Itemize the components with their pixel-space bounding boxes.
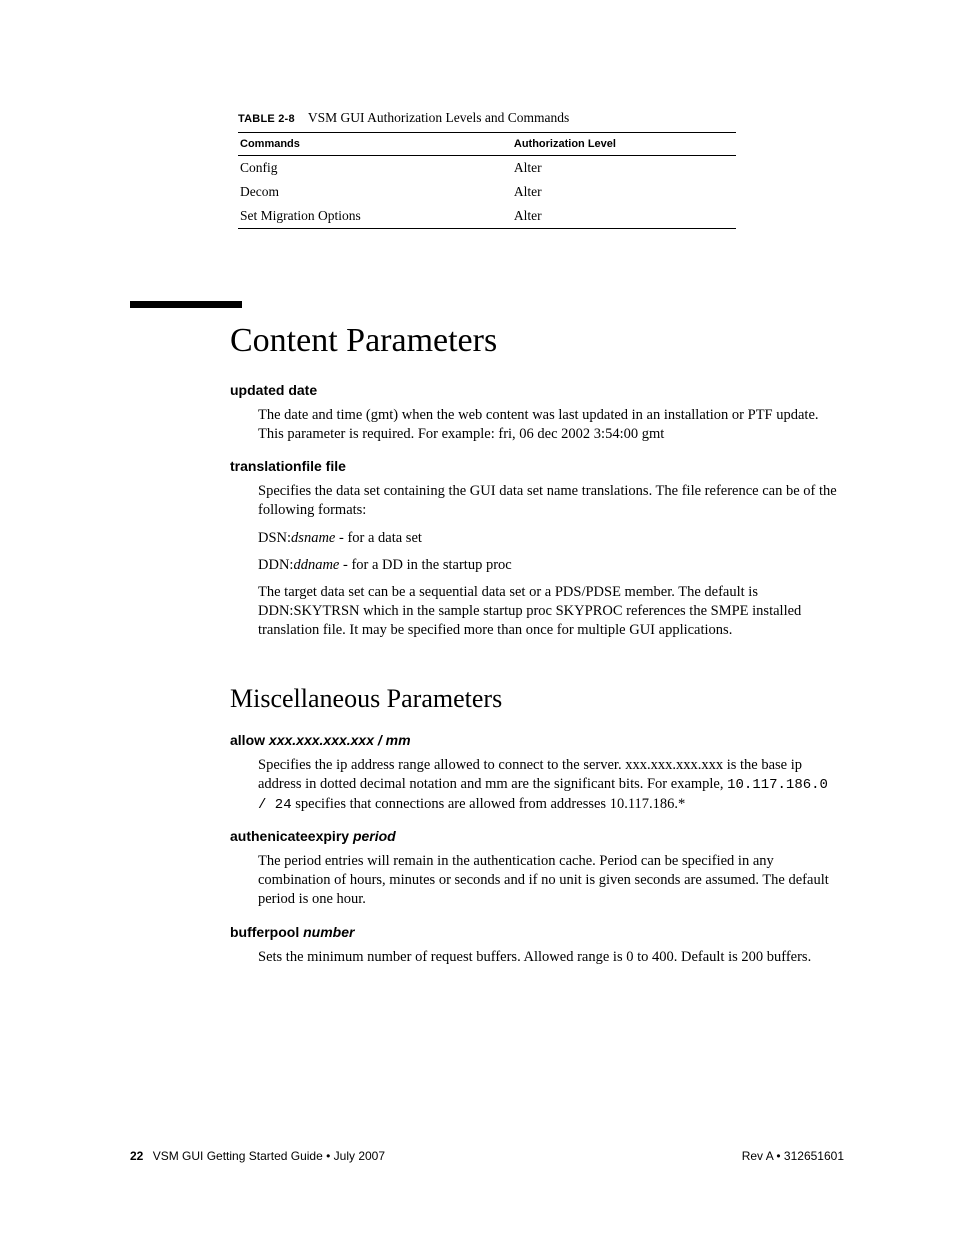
auth-table: Commands Authorization Level Config Alte… bbox=[238, 132, 736, 229]
term-prefix: allow bbox=[230, 732, 269, 748]
term-var: period bbox=[353, 828, 396, 844]
para: Specifies the ip address range allowed t… bbox=[258, 756, 844, 814]
para: Specifies the data set containing the GU… bbox=[258, 482, 844, 520]
heading-misc-parameters: Miscellaneous Parameters bbox=[230, 684, 844, 714]
footer-left-text: VSM GUI Getting Started Guide • July 200… bbox=[153, 1149, 385, 1163]
cell: Config bbox=[238, 156, 512, 181]
footer: 22 VSM GUI Getting Started Guide • July … bbox=[130, 1149, 844, 1163]
para: The period entries will remain in the au… bbox=[258, 852, 844, 909]
t: - for a data set bbox=[335, 530, 422, 546]
term-prefix: authenicateexpiry bbox=[230, 828, 353, 844]
para: The target data set can be a sequential … bbox=[258, 583, 844, 640]
table-row: Set Migration Options Alter bbox=[238, 204, 736, 229]
page: TABLE 2-8 VSM GUI Authorization Levels a… bbox=[0, 0, 954, 1235]
th-auth: Authorization Level bbox=[512, 133, 736, 156]
var: ddname bbox=[293, 557, 339, 573]
term-text: translationfile file bbox=[230, 458, 346, 474]
para: Sets the minimum number of request buffe… bbox=[258, 948, 844, 967]
term-updated-date: updated date bbox=[230, 382, 844, 398]
table-row: Decom Alter bbox=[238, 180, 736, 204]
cell: Alter bbox=[512, 156, 736, 181]
cell: Alter bbox=[512, 204, 736, 229]
term-var: xxx.xxx.xxx.xxx / mm bbox=[269, 732, 411, 748]
term-bufferpool: bufferpool number bbox=[230, 924, 844, 940]
term-var: number bbox=[303, 924, 354, 940]
term-text: updated date bbox=[230, 382, 317, 398]
table-label: TABLE 2-8 bbox=[238, 113, 295, 125]
term-allow: allow xxx.xxx.xxx.xxx / mm bbox=[230, 732, 844, 748]
t: Specifies the ip address range allowed t… bbox=[258, 757, 802, 792]
cell: Set Migration Options bbox=[238, 204, 512, 229]
table-caption: TABLE 2-8 VSM GUI Authorization Levels a… bbox=[238, 110, 844, 126]
para: The date and time (gmt) when the web con… bbox=[258, 406, 844, 444]
para: DSN:dsname - for a data set bbox=[258, 529, 844, 548]
footer-right: Rev A • 312651601 bbox=[742, 1149, 844, 1163]
t: DSN: bbox=[258, 530, 291, 546]
term-prefix: bufferpool bbox=[230, 924, 303, 940]
term-translationfile: translationfile file bbox=[230, 458, 844, 474]
table-title: VSM GUI Authorization Levels and Command… bbox=[308, 110, 569, 125]
para: DDN:ddname - for a DD in the startup pro… bbox=[258, 556, 844, 575]
t: specifies that connections are allowed f… bbox=[292, 796, 686, 812]
cell: Decom bbox=[238, 180, 512, 204]
th-commands: Commands bbox=[238, 133, 512, 156]
t: - for a DD in the startup proc bbox=[339, 557, 511, 573]
var: dsname bbox=[291, 530, 335, 546]
term-authexpiry: authenicateexpiry period bbox=[230, 828, 844, 844]
t: DDN: bbox=[258, 557, 293, 573]
heading-content-parameters: Content Parameters bbox=[230, 322, 844, 360]
footer-left: 22 VSM GUI Getting Started Guide • July … bbox=[130, 1149, 385, 1163]
table-row: Config Alter bbox=[238, 156, 736, 181]
cell: Alter bbox=[512, 180, 736, 204]
section-rule bbox=[130, 301, 242, 308]
page-number: 22 bbox=[130, 1149, 143, 1163]
